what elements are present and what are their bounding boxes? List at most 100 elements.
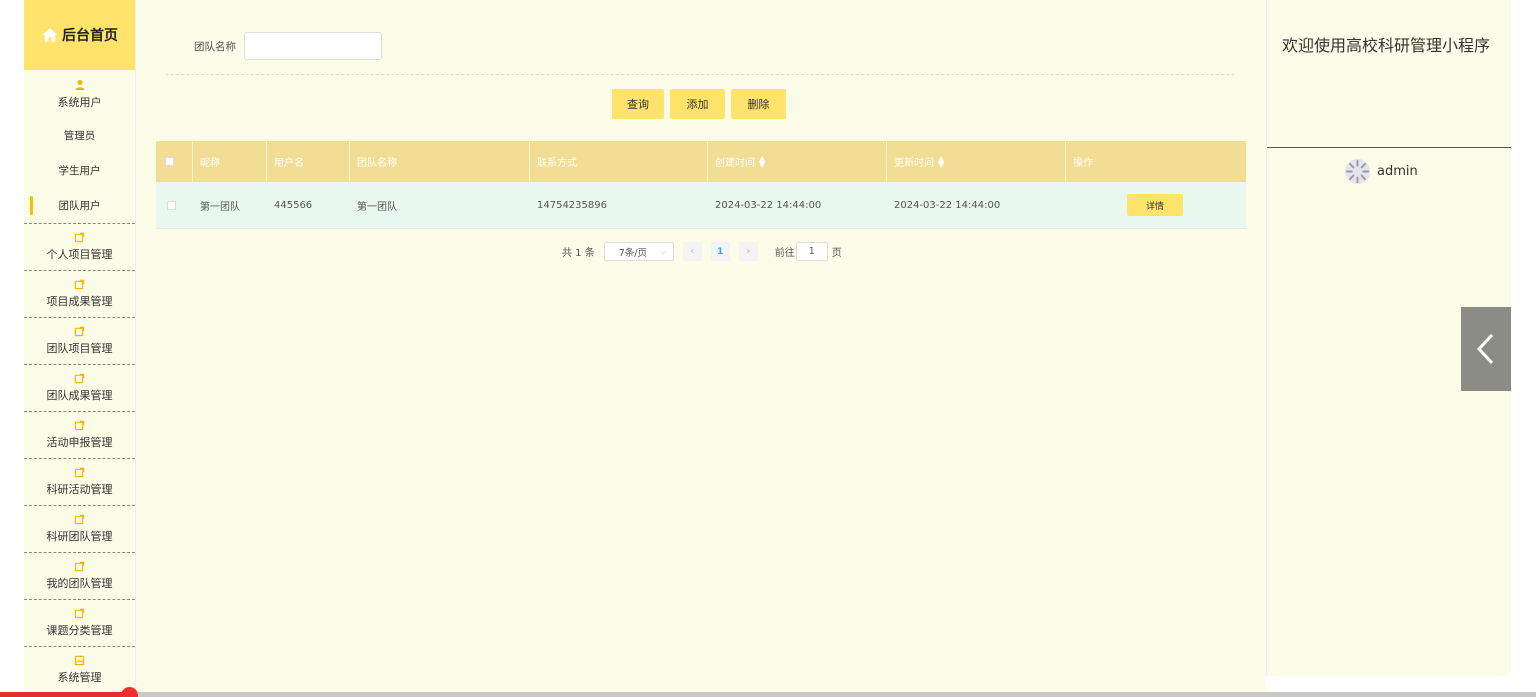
table-header: 昵称 用户名 团队名称 联系方式 创建时间 ▲ ▼ 更新时间 ▲ ▼ 操作: [156, 141, 1246, 182]
sidebar-item-label: 科研团队管理: [46, 530, 113, 543]
sidebar-item-admin[interactable]: 管理员: [24, 118, 135, 153]
edit-square-icon: [74, 561, 85, 572]
column-header: 操作: [1073, 158, 1093, 169]
video-progress-bar[interactable]: [0, 687, 1536, 697]
edit-square-icon: [74, 608, 85, 619]
sidebar-item-team-results[interactable]: 团队成果管理: [24, 364, 135, 411]
next-page-button[interactable]: ›: [738, 242, 758, 261]
sidebar-item-label: 团队成果管理: [46, 389, 113, 402]
current-page[interactable]: 1: [710, 242, 730, 261]
column-header: 联系方式: [530, 141, 708, 182]
image-icon: [74, 655, 85, 666]
sidebar-item-label: 课题分类管理: [46, 624, 113, 637]
column-header-sortable[interactable]: 创建时间 ▲ ▼: [708, 141, 887, 182]
sidebar-item-student-user[interactable]: 学生用户: [24, 153, 135, 188]
sort-icon[interactable]: ▲ ▼: [759, 154, 765, 168]
cell-created-time: 2024-03-22 14:44:00: [715, 199, 822, 211]
chevron-left-icon: ‹: [690, 246, 695, 257]
edit-square-icon: [74, 514, 85, 525]
page-size-select[interactable]: 7条/页 ⌵: [603, 242, 674, 261]
sidebar-item-research-activity[interactable]: 科研活动管理: [24, 458, 135, 505]
cell-actions: 详情: [1066, 182, 1246, 229]
left-margin: [0, 0, 24, 697]
row-select-cell: [156, 182, 193, 229]
divider: [1267, 147, 1512, 148]
edit-square-icon: [74, 232, 85, 243]
sidebar-item-research-team[interactable]: 科研团队管理: [24, 505, 135, 552]
sidebar-item-label: 项目成果管理: [46, 295, 113, 308]
sidebar-home-label: 后台首页: [62, 28, 118, 44]
edit-square-icon: [74, 326, 85, 337]
table-row: 第一团队 445566 第一团队 14754235896 2024-03-22 …: [156, 182, 1246, 229]
cell-team-name: 第一团队: [357, 201, 397, 213]
page-unit-label: 页: [831, 248, 842, 259]
sidebar-item-activity-apply[interactable]: 活动申报管理: [24, 411, 135, 458]
select-all-checkbox[interactable]: [165, 157, 174, 166]
edit-square-icon: [74, 279, 85, 290]
delete-button[interactable]: 删除: [731, 89, 786, 119]
user-icon: [75, 79, 84, 90]
edit-square-icon: [74, 373, 85, 384]
sidebar-item-team-project[interactable]: 团队项目管理: [24, 317, 135, 364]
sidebar-item-system-management[interactable]: 系统管理: [24, 646, 135, 692]
sidebar-item-label: 系统管理: [57, 671, 102, 684]
main-content: 团队名称 查询 添加 删除 昵称 用户名 团队名称 联系方式 创建时间 ▲ ▼ 更…: [136, 0, 1266, 692]
sidebar-item-label: 我的团队管理: [46, 577, 113, 590]
welcome-title: 欢迎使用高校科研管理小程序: [1282, 36, 1491, 55]
sort-icon[interactable]: ▲ ▼: [938, 154, 944, 168]
sidebar-item-label: 学生用户: [58, 165, 101, 177]
sidebar-item-project-results[interactable]: 项目成果管理: [24, 270, 135, 317]
progress-handle[interactable]: [121, 687, 138, 697]
pagination-total: 共 1 条: [562, 248, 595, 259]
query-button[interactable]: 查询: [612, 89, 664, 119]
sidebar-item-my-team[interactable]: 我的团队管理: [24, 552, 135, 599]
detail-button[interactable]: 详情: [1127, 194, 1183, 216]
column-header-label: 更新时间: [894, 158, 934, 169]
page-size-value: 7条/页: [618, 247, 647, 259]
chevron-down-icon: ⌵: [660, 246, 667, 256]
chevron-left-icon: [1476, 333, 1494, 365]
sidebar-item-team-user[interactable]: 团队用户: [24, 188, 135, 223]
column-header-label: 创建时间: [715, 158, 755, 169]
collapse-panel-button[interactable]: [1461, 307, 1511, 391]
cell-username: 445566: [274, 199, 313, 211]
column-header-sortable[interactable]: 更新时间 ▲ ▼: [887, 141, 1066, 182]
goto-label: 前往: [774, 248, 795, 259]
table-body: 第一团队 445566 第一团队 14754235896 2024-03-22 …: [156, 182, 1246, 229]
sidebar-group-label: 系统用户: [57, 95, 102, 109]
sidebar-item-personal-project[interactable]: 个人项目管理: [24, 223, 135, 270]
sidebar-item-topic-category[interactable]: 课题分类管理: [24, 599, 135, 646]
row-checkbox[interactable]: [167, 200, 176, 210]
cell-nickname: 第一团队: [200, 201, 240, 213]
goto-page-input[interactable]: 1: [795, 242, 828, 261]
sidebar: 后台首页 系统用户 管理员 学生用户 团队用户 个人项目管理 项目成果管理 团队…: [24, 0, 136, 692]
sidebar-item-label: 团队项目管理: [46, 342, 113, 355]
sidebar-item-label: 活动申报管理: [46, 436, 113, 449]
prev-page-button[interactable]: ‹: [682, 242, 702, 261]
progress-fill: [0, 692, 128, 697]
action-buttons: 查询 添加 删除: [612, 89, 786, 119]
sidebar-item-label: 个人项目管理: [46, 248, 113, 261]
sidebar-item-label: 团队用户: [58, 200, 101, 212]
divider: [166, 74, 1234, 75]
pagination: 共 1 条 7条/页 ⌵ ‹ 1 › 前往 1 页: [562, 242, 842, 261]
user-info[interactable]: admin: [1344, 158, 1418, 185]
home-icon: [42, 28, 58, 42]
column-header: 团队名称: [350, 141, 530, 182]
team-name-input[interactable]: [244, 32, 382, 60]
sidebar-home[interactable]: 后台首页: [24, 0, 135, 70]
sidebar-group-system-user[interactable]: 系统用户: [24, 70, 135, 118]
username-label: admin: [1377, 164, 1418, 179]
sidebar-item-label: 管理员: [63, 130, 96, 142]
search-form: 团队名称: [194, 32, 382, 60]
search-label: 团队名称: [194, 40, 236, 53]
column-header: 用户名: [267, 141, 350, 182]
team-user-table: 昵称 用户名 团队名称 联系方式 创建时间 ▲ ▼ 更新时间 ▲ ▼ 操作 第一团队…: [156, 141, 1246, 229]
edit-square-icon: [74, 420, 85, 431]
loading-avatar-icon: [1344, 158, 1371, 185]
add-button[interactable]: 添加: [670, 89, 725, 119]
right-margin: [1511, 0, 1536, 697]
select-all-cell: [156, 141, 193, 182]
cell-phone: 14754235896: [537, 199, 607, 211]
chevron-right-icon: ›: [746, 246, 751, 257]
